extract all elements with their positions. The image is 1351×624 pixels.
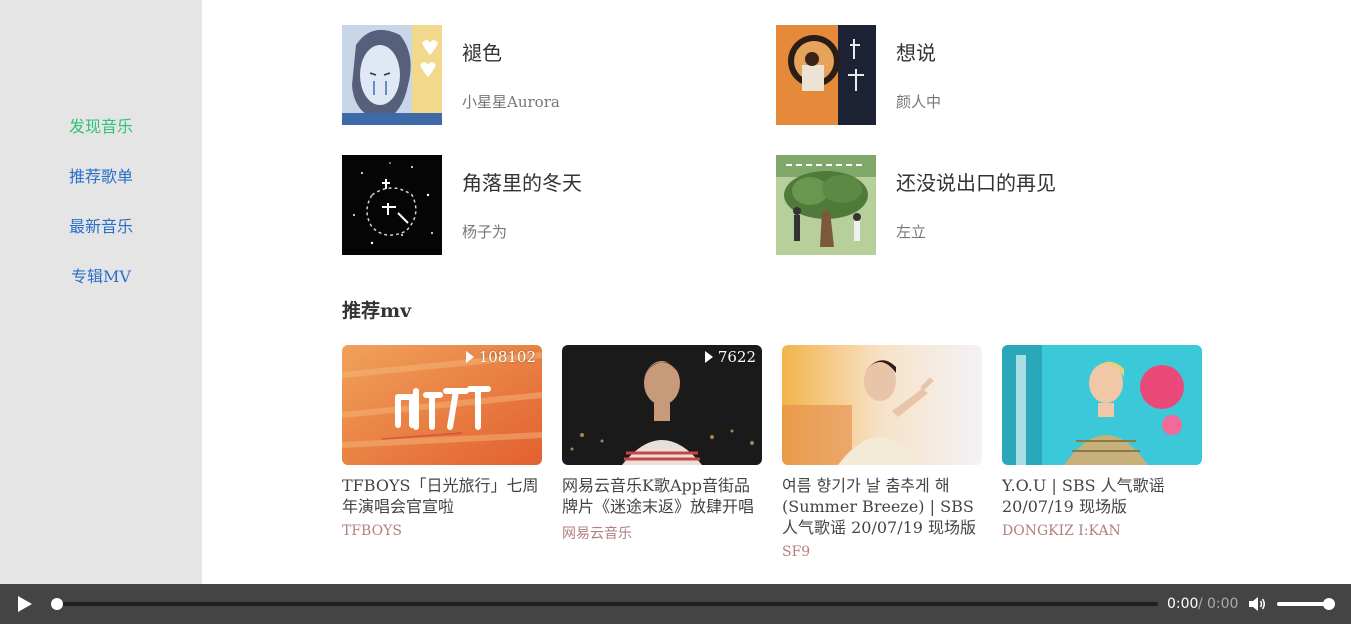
mv-play-count: 108102 bbox=[465, 348, 536, 366]
mv-title[interactable]: Y.O.U | SBS 人气歌谣 20/07/19 现场版 bbox=[1002, 475, 1202, 517]
song-item[interactable]: 还没说出口的再见 左立 bbox=[776, 155, 1176, 255]
play-triangle-icon bbox=[465, 351, 474, 363]
volume-icon[interactable] bbox=[1248, 596, 1266, 612]
mv-thumbnail[interactable] bbox=[782, 345, 982, 465]
mv-thumbnail[interactable] bbox=[1002, 345, 1202, 465]
duration: 0:00 bbox=[1207, 596, 1239, 612]
mv-card[interactable]: 108102 TFBOYS「日光旅行」七周年演唱会官宣啦 TFBOYS bbox=[342, 345, 542, 539]
nav-item-recommended-playlists[interactable]: 推荐歌单 bbox=[0, 163, 202, 187]
song-artist[interactable]: 颜人中 bbox=[896, 91, 941, 112]
time-separator: / bbox=[1198, 596, 1203, 612]
progress-track[interactable] bbox=[56, 602, 1158, 606]
song-artist[interactable]: 杨子为 bbox=[462, 221, 507, 242]
nav-item-album-mv[interactable]: 专辑MV bbox=[0, 263, 202, 287]
song-title[interactable]: 想说 bbox=[896, 37, 936, 66]
mv-play-count: 7622 bbox=[704, 348, 756, 366]
song-artist[interactable]: 左立 bbox=[896, 221, 926, 242]
song-item[interactable]: 想说 颜人中 bbox=[776, 25, 1176, 125]
mv-artist[interactable]: DONGKIZ I:KAN bbox=[1002, 523, 1202, 539]
mv-thumbnail[interactable]: 7622 bbox=[562, 345, 762, 465]
song-title[interactable]: 还没说出口的再见 bbox=[896, 167, 1056, 196]
mv-card[interactable]: 7622 网易云音乐K歌App音街品牌片《迷途末返》放肆开唱 网易云音乐 bbox=[562, 345, 762, 543]
song-cover[interactable] bbox=[342, 25, 442, 125]
song-title[interactable]: 角落里的冬天 bbox=[462, 167, 582, 196]
nav-item-discover-music[interactable]: 发现音乐 bbox=[0, 113, 202, 137]
mv-play-count-value: 7622 bbox=[717, 348, 756, 366]
play-triangle-icon bbox=[704, 351, 713, 363]
nav-item-new-music[interactable]: 最新音乐 bbox=[0, 213, 202, 237]
song-artist[interactable]: 小星星Aurora bbox=[462, 91, 560, 112]
volume-handle[interactable] bbox=[1323, 598, 1335, 610]
song-cover[interactable] bbox=[776, 155, 876, 255]
play-icon[interactable] bbox=[18, 596, 32, 612]
current-time: 0:00 bbox=[1167, 596, 1199, 612]
song-title[interactable]: 褪色 bbox=[462, 37, 502, 66]
section-title-recommended-mv: 推荐mv bbox=[342, 300, 412, 322]
song-cover[interactable] bbox=[776, 25, 876, 125]
song-item[interactable]: 褪色 小星星Aurora bbox=[342, 25, 742, 125]
mv-title[interactable]: 여름 향기가 날 춤추게 해 (Summer Breeze) | SBS 人气歌… bbox=[782, 475, 982, 538]
song-item[interactable]: 角落里的冬天 杨子为 bbox=[342, 155, 742, 255]
main-content: 褪色 小星星Aurora 想说 颜人中 角落里的冬天 杨子为 还没说出口的再见 … bbox=[202, 0, 1351, 584]
mv-artist[interactable]: 网易云音乐 bbox=[562, 523, 762, 543]
mv-play-count-value: 108102 bbox=[478, 348, 536, 366]
mv-title[interactable]: TFBOYS「日光旅行」七周年演唱会官宣啦 bbox=[342, 475, 542, 517]
song-cover[interactable] bbox=[342, 155, 442, 255]
progress-handle[interactable] bbox=[51, 598, 63, 610]
sidebar: 发现音乐 推荐歌单 最新音乐 专辑MV bbox=[0, 0, 202, 584]
mv-artist[interactable]: SF9 bbox=[782, 544, 982, 560]
mv-title[interactable]: 网易云音乐K歌App音街品牌片《迷途末返》放肆开唱 bbox=[562, 475, 762, 517]
mv-thumbnail[interactable]: 108102 bbox=[342, 345, 542, 465]
mv-artist[interactable]: TFBOYS bbox=[342, 523, 542, 539]
mv-card[interactable]: 여름 향기가 날 춤추게 해 (Summer Breeze) | SBS 人气歌… bbox=[782, 345, 982, 560]
audio-player: 0:00 / 0:00 bbox=[0, 584, 1351, 624]
volume-track[interactable] bbox=[1277, 602, 1329, 606]
mv-card[interactable]: Y.O.U | SBS 人气歌谣 20/07/19 现场版 DONGKIZ I:… bbox=[1002, 345, 1202, 539]
